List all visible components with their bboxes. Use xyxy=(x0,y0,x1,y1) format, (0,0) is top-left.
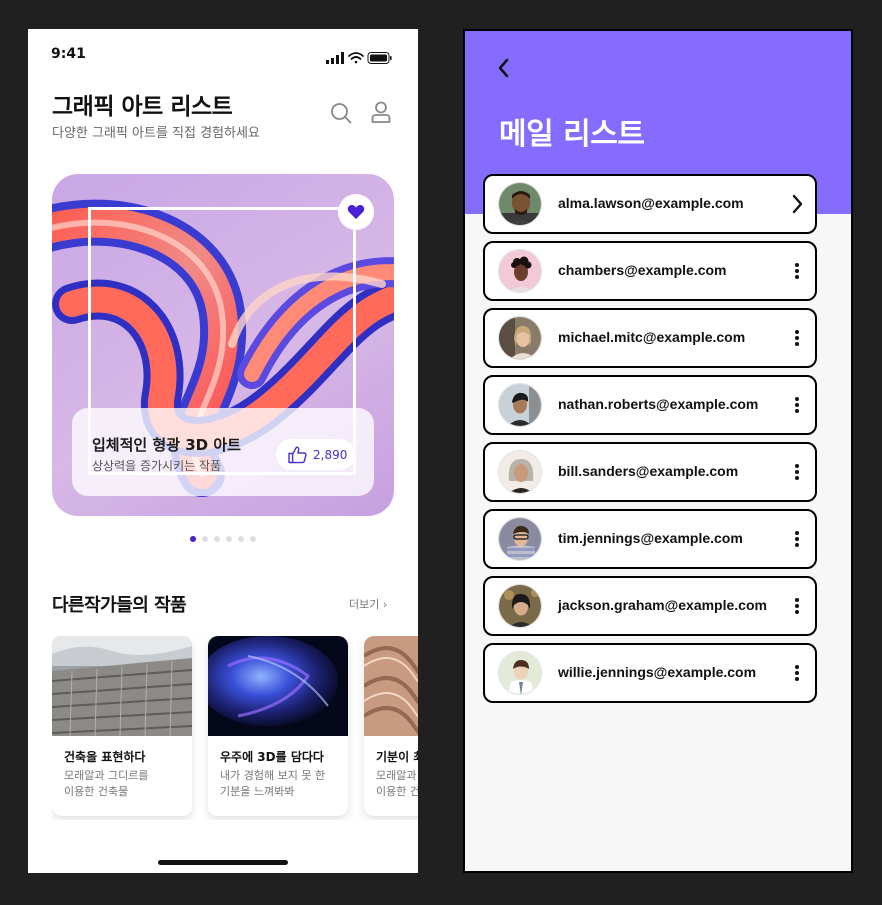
battery-icon xyxy=(367,52,392,64)
more-vertical-icon[interactable] xyxy=(789,460,805,488)
art-list-screen: 9:41 그래픽 아트 리스트 다양한 그래픽 아트를 직접 경험하세요 입체적… xyxy=(28,29,418,873)
work-title: 건축을 표현하다 xyxy=(64,750,146,764)
space-art-image xyxy=(208,636,348,736)
featured-subtitle: 상상력을 증가시키는 작품 xyxy=(92,459,222,473)
featured-title: 입체적인 형광 3D 아트 xyxy=(92,436,241,454)
mail-item[interactable]: chambers@example.com xyxy=(483,241,817,301)
chevron-right-icon[interactable] xyxy=(789,192,805,220)
work-description: 모래알과 그디르를 이용한 건축물 xyxy=(64,768,184,800)
featured-art-card[interactable]: 입체적인 형광 3D 아트 상상력을 증가시키는 작품 2,890 xyxy=(52,174,394,516)
work-card[interactable]: 우주에 3D를 담다다 내가 경험해 보지 못 한 기분을 느껴봐봐 xyxy=(208,636,348,816)
carousel-dot[interactable] xyxy=(214,536,220,542)
search-icon[interactable] xyxy=(330,102,352,128)
page-subtitle: 다양한 그래픽 아트를 직접 경험하세요 xyxy=(52,126,260,141)
heart-icon xyxy=(347,205,365,219)
mail-item[interactable]: alma.lawson@example.com xyxy=(483,174,817,234)
favorite-button[interactable] xyxy=(338,194,374,230)
status-bar: 9:41 xyxy=(28,29,418,79)
avatar xyxy=(498,584,542,628)
work-title: 우주에 3D를 담다다 xyxy=(220,750,324,764)
mail-item[interactable]: bill.sanders@example.com xyxy=(483,442,817,502)
more-vertical-icon[interactable] xyxy=(789,326,805,354)
mail-item[interactable]: willie.jennings@example.com xyxy=(483,643,817,703)
mail-item[interactable]: tim.jennings@example.com xyxy=(483,509,817,569)
work-description: 모래알과 이용한 건 xyxy=(376,768,418,800)
mail-email: tim.jennings@example.com xyxy=(558,530,743,546)
mail-email: chambers@example.com xyxy=(558,262,727,278)
signal-icon xyxy=(326,52,344,64)
mail-email: willie.jennings@example.com xyxy=(558,664,757,680)
page-title: 그래픽 아트 리스트 xyxy=(52,94,233,120)
work-card[interactable]: 건축을 표현하다 모래알과 그디르를 이용한 건축물 xyxy=(52,636,192,816)
carousel-indicator xyxy=(190,536,256,542)
profile-icon[interactable] xyxy=(371,101,391,127)
home-indicator xyxy=(158,860,288,865)
featured-info-card: 입체적인 형광 3D 아트 상상력을 증가시키는 작품 2,890 xyxy=(72,408,374,496)
work-card[interactable]: 기분이 최 모래알과 이용한 건 xyxy=(364,636,418,816)
chevron-left-icon xyxy=(498,58,509,78)
work-desc-line: 기분을 느껴봐봐 xyxy=(220,785,295,798)
carousel-dot[interactable] xyxy=(238,536,244,542)
abstract-art-image xyxy=(364,636,418,736)
work-title: 기분이 최 xyxy=(376,750,418,764)
architecture-image xyxy=(52,636,192,736)
carousel-dot[interactable] xyxy=(190,536,196,542)
avatar xyxy=(498,383,542,427)
carousel-dot[interactable] xyxy=(202,536,208,542)
work-desc-line: 모래알과 xyxy=(376,769,417,782)
back-button[interactable] xyxy=(497,58,511,82)
avatar xyxy=(498,651,542,695)
status-time: 9:41 xyxy=(51,46,86,62)
more-vertical-icon[interactable] xyxy=(789,259,805,287)
see-more-link[interactable]: 더보기 › xyxy=(349,596,387,612)
wifi-icon xyxy=(348,52,364,64)
works-carousel: 건축을 표현하다 모래알과 그디르를 이용한 건축물 우주에 3D를 담다다 내… xyxy=(52,636,418,820)
more-vertical-icon[interactable] xyxy=(789,594,805,622)
work-desc-line: 이용한 건 xyxy=(376,785,418,798)
avatar xyxy=(498,517,542,561)
work-desc-line: 이용한 건축물 xyxy=(64,785,129,798)
mail-item[interactable]: jackson.graham@example.com xyxy=(483,576,817,636)
section-title: 다른작가들의 작품 xyxy=(52,595,187,616)
status-icons xyxy=(326,49,392,68)
like-button[interactable]: 2,890 xyxy=(276,439,355,470)
mail-list-screen: 메일 리스트 alma.lawson@example.com chambers@… xyxy=(463,29,853,873)
avatar xyxy=(498,316,542,360)
avatar xyxy=(498,182,542,226)
work-desc-line: 모래알과 그디르를 xyxy=(64,769,149,782)
mail-item[interactable]: nathan.roberts@example.com xyxy=(483,375,817,435)
mail-email: michael.mitc@example.com xyxy=(558,329,746,345)
mail-email: jackson.graham@example.com xyxy=(558,597,767,613)
work-desc-line: 내가 경험해 보지 못 한 xyxy=(220,769,326,782)
mail-email: bill.sanders@example.com xyxy=(558,463,739,479)
mail-email: nathan.roberts@example.com xyxy=(558,396,759,412)
more-vertical-icon[interactable] xyxy=(789,661,805,689)
mail-item[interactable]: michael.mitc@example.com xyxy=(483,308,817,368)
carousel-dot[interactable] xyxy=(226,536,232,542)
more-vertical-icon[interactable] xyxy=(789,393,805,421)
work-description: 내가 경험해 보지 못 한 기분을 느껴봐봐 xyxy=(220,768,340,800)
avatar xyxy=(498,249,542,293)
mail-email: alma.lawson@example.com xyxy=(558,195,744,211)
page-title: 메일 리스트 xyxy=(499,117,645,152)
avatar xyxy=(498,450,542,494)
carousel-dot[interactable] xyxy=(250,536,256,542)
thumbs-up-icon xyxy=(288,445,307,463)
more-vertical-icon[interactable] xyxy=(789,527,805,555)
like-count: 2,890 xyxy=(313,447,348,462)
